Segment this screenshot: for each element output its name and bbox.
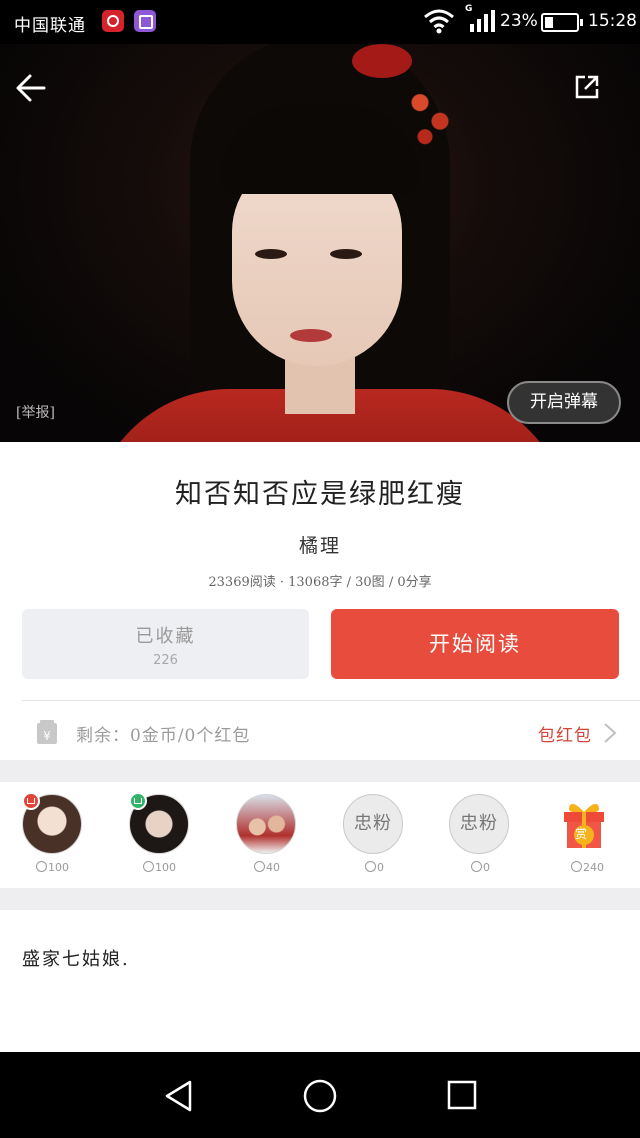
coin-icon [36, 861, 47, 872]
cover-eye-left [255, 249, 287, 259]
supporter-5[interactable]: 忠粉 0 [449, 794, 513, 884]
coin-amount: 0 [377, 861, 384, 874]
coin-icon [143, 861, 154, 872]
nav-recent-apps-icon[interactable] [447, 1080, 477, 1110]
chevron-right-icon[interactable] [602, 722, 618, 744]
section-separator [0, 888, 640, 910]
book-title: 知否知否应是绿肥红瘦 [175, 479, 465, 510]
coin-icon [571, 861, 582, 872]
reward-gift[interactable]: 赏 240 [557, 794, 621, 884]
back-arrow-icon[interactable] [14, 70, 50, 106]
status-bar: 中国联通 G 23% 15:28 [0, 0, 640, 44]
favorite-button[interactable]: 已收藏 226 [22, 609, 309, 679]
cover-eye-right [330, 249, 362, 259]
loyal-fan-placeholder[interactable]: 忠粉 [343, 794, 403, 854]
coin-icon [471, 861, 482, 872]
nav-back-icon[interactable] [163, 1079, 195, 1113]
crown-badge-icon [22, 792, 40, 810]
clock: 15:28 [588, 11, 637, 31]
cover-hairpin [352, 44, 412, 78]
wifi-icon [424, 9, 454, 34]
coin-amount: 0 [483, 861, 490, 874]
carrier-name: 中国联通 [14, 16, 86, 36]
report-link[interactable]: [举报] [16, 402, 55, 422]
cover-lips [290, 329, 332, 342]
coin-amount: 100 [155, 861, 176, 874]
book-author[interactable]: 橘理 [0, 531, 640, 558]
danmaku-toggle-button[interactable]: 开启弹幕 [507, 381, 621, 424]
balance-row: ¥ 剩余：0金币/0个红包 包红包 [0, 702, 640, 760]
book-description: 盛家七姑娘. [22, 949, 130, 970]
coin-amount: 40 [266, 861, 280, 874]
section-separator [0, 760, 640, 782]
signal-strength-icon [470, 10, 495, 32]
system-nav-bar [0, 1052, 640, 1138]
start-reading-button[interactable]: 开始阅读 [331, 609, 619, 679]
nav-home-icon[interactable] [303, 1079, 337, 1113]
gallery-app-icon [134, 10, 156, 32]
loyal-fan-placeholder[interactable]: 忠粉 [449, 794, 509, 854]
book-stats: 23369阅读 · 13068字 / 30图 / 0分享 [208, 575, 432, 590]
coin-amount: 240 [583, 861, 604, 874]
avatar[interactable] [236, 794, 296, 854]
coin-icon [254, 861, 265, 872]
favorite-label: 已收藏 [135, 626, 196, 647]
crown-badge-icon [129, 792, 147, 810]
supporter-1[interactable]: 100 [22, 792, 86, 884]
svg-text:¥: ¥ [43, 729, 51, 743]
supporters-row: 100 100 40 忠粉 0 忠粉 0 赏 240 [0, 782, 640, 888]
battery-icon [541, 13, 583, 32]
favorite-count: 226 [153, 653, 178, 668]
wallet-icon: ¥ [37, 720, 57, 744]
supporter-3[interactable]: 40 [236, 794, 300, 884]
send-red-packet-link[interactable]: 包红包 [538, 721, 592, 746]
divider [22, 700, 640, 701]
supporter-2[interactable]: 100 [129, 792, 193, 884]
battery-percent: 23% [500, 11, 538, 31]
share-icon[interactable] [574, 74, 600, 100]
balance-text: 剩余：0金币/0个红包 [76, 726, 251, 746]
supporter-4[interactable]: 忠粉 0 [343, 794, 407, 884]
coin-amount: 100 [48, 861, 69, 874]
coin-icon [365, 861, 376, 872]
netease-music-icon [102, 10, 124, 32]
cover-tassel [405, 84, 455, 146]
gift-label: 赏 [575, 827, 588, 841]
gift-box-icon[interactable] [561, 798, 607, 850]
